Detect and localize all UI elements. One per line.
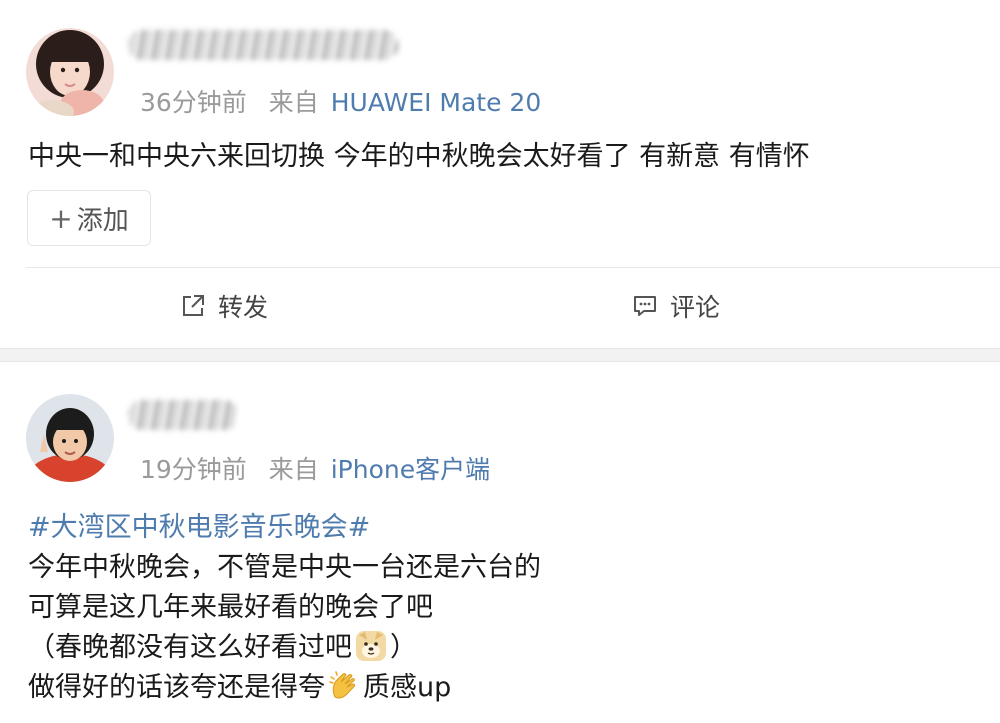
content-text: （春晚都没有这么好看过吧 bbox=[28, 632, 352, 663]
comment-icon bbox=[634, 296, 656, 316]
feed-post: 36分钟前 来自 HUAWEI Mate 20 中央一和中央六来回切换 今年的中… bbox=[0, 0, 1000, 348]
add-tag-button[interactable]: + 添加 bbox=[27, 190, 151, 246]
content-line: 做得好的话该夸还是得夸 质感up bbox=[28, 668, 541, 708]
content-text: 质感up bbox=[363, 672, 452, 703]
hashtag-link[interactable]: #大湾区中秋电影音乐晚会# bbox=[28, 508, 541, 548]
content-line: 可算是这几年来最好看的晚会了吧 bbox=[28, 592, 433, 623]
user-avatar[interactable] bbox=[26, 394, 114, 482]
post-meta: 36分钟前 来自 HUAWEI Mate 20 bbox=[140, 83, 541, 119]
repost-icon bbox=[183, 295, 204, 316]
content-text: 做得好的话该夸还是得夸 bbox=[28, 672, 325, 703]
post-time: 36分钟前 bbox=[140, 88, 247, 117]
username-redacted[interactable] bbox=[128, 400, 238, 430]
source-prefix: 来自 bbox=[268, 88, 319, 117]
source-prefix: 来自 bbox=[268, 455, 319, 484]
repost-label: 转发 bbox=[218, 293, 269, 322]
plus-icon: + bbox=[49, 201, 73, 235]
post-content: 中央一和中央六来回切换 今年的中秋晚会太好看了 有新意 有情怀 bbox=[28, 141, 810, 172]
doge-emoji bbox=[356, 630, 386, 661]
clapping-hands-emoji bbox=[329, 670, 356, 698]
content-text: ） bbox=[390, 632, 417, 663]
post-content: #大湾区中秋电影音乐晚会# 今年中秋晚会，不管是中央一台还是六台的 可算是这几年… bbox=[28, 508, 541, 708]
source-device-link[interactable]: iPhone客户端 bbox=[331, 455, 490, 484]
post-time: 19分钟前 bbox=[140, 455, 247, 484]
user-avatar[interactable] bbox=[26, 28, 114, 116]
comment-label: 评论 bbox=[670, 293, 721, 322]
add-tag-label: 添加 bbox=[76, 205, 129, 236]
repost-button[interactable]: 转发 bbox=[180, 286, 268, 326]
action-divider bbox=[26, 267, 1000, 268]
post-meta: 19分钟前 来自 iPhone客户端 bbox=[140, 450, 490, 486]
comment-button[interactable]: 评论 bbox=[632, 286, 720, 326]
feed-post: 19分钟前 来自 iPhone客户端 #大湾区中秋电影音乐晚会# 今年中秋晚会，… bbox=[0, 362, 1000, 723]
content-line: （春晚都没有这么好看过吧 ） bbox=[28, 628, 541, 668]
content-line: 今年中秋晚会，不管是中央一台还是六台的 bbox=[28, 552, 541, 583]
source-device-link[interactable]: HUAWEI Mate 20 bbox=[331, 88, 542, 117]
post-separator bbox=[0, 348, 1000, 362]
username-redacted[interactable] bbox=[128, 30, 398, 60]
